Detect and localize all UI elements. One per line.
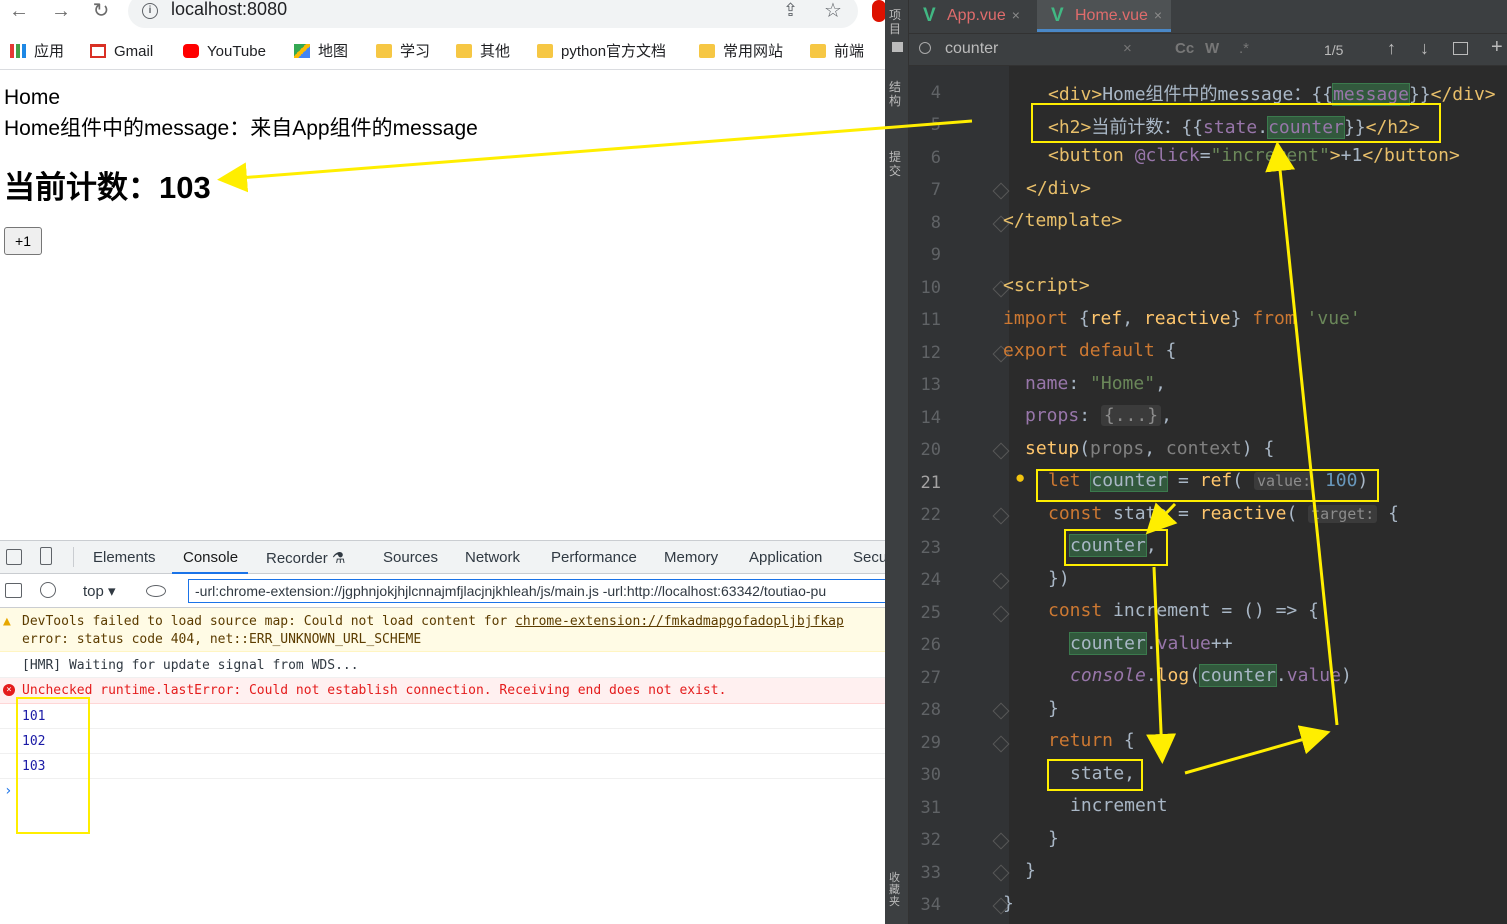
- arrow-reactive-to-return: [1146, 566, 1177, 764]
- arrow-to-page: [217, 119, 973, 193]
- arrow-return-up: [1184, 725, 1331, 775]
- annotation-arrows: [217, 119, 1339, 775]
- arrow-to-template: [1265, 141, 1339, 726]
- arrow-ref-to-reactive: [1145, 502, 1178, 535]
